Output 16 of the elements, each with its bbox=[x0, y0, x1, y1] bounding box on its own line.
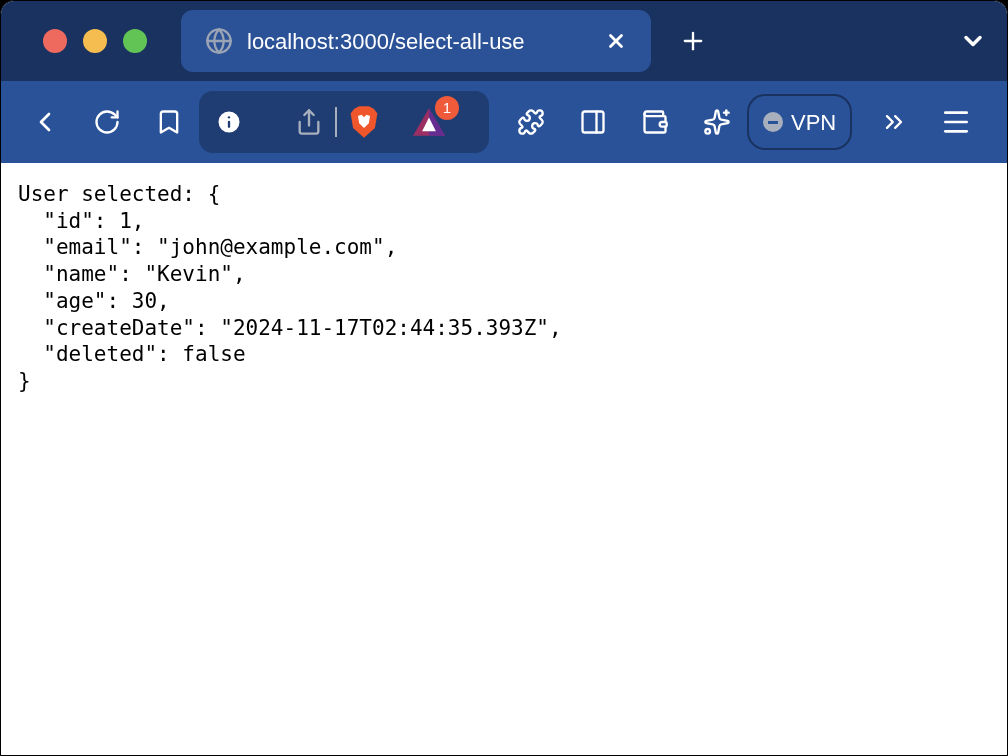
maximize-window-icon[interactable] bbox=[123, 29, 147, 53]
info-icon[interactable] bbox=[215, 108, 243, 136]
sidebar-icon[interactable] bbox=[579, 108, 607, 136]
vpn-button[interactable]: VPN bbox=[747, 94, 853, 150]
browser-tab[interactable]: localhost:3000/select-all-use bbox=[181, 10, 651, 72]
close-window-icon[interactable] bbox=[43, 29, 67, 53]
lion-shield-icon[interactable] bbox=[349, 105, 379, 139]
sparkles-icon[interactable] bbox=[703, 108, 731, 136]
notification-badge: 1 bbox=[435, 96, 459, 120]
json-output: User selected: { "id": 1, "email": "john@example.com", "name": "Kevin", "age": 30, "createDate": "2024-11-17T02:44:35.393Z", "deleted": false } bbox=[17, 181, 563, 395]
wallet-icon[interactable] bbox=[641, 108, 669, 136]
minimize-window-icon[interactable] bbox=[83, 29, 107, 53]
tab-title: localhost:3000/select-all-use bbox=[247, 27, 526, 56]
puzzle-icon[interactable] bbox=[517, 108, 545, 136]
reload-icon[interactable] bbox=[93, 108, 121, 136]
globe-icon bbox=[205, 27, 233, 55]
